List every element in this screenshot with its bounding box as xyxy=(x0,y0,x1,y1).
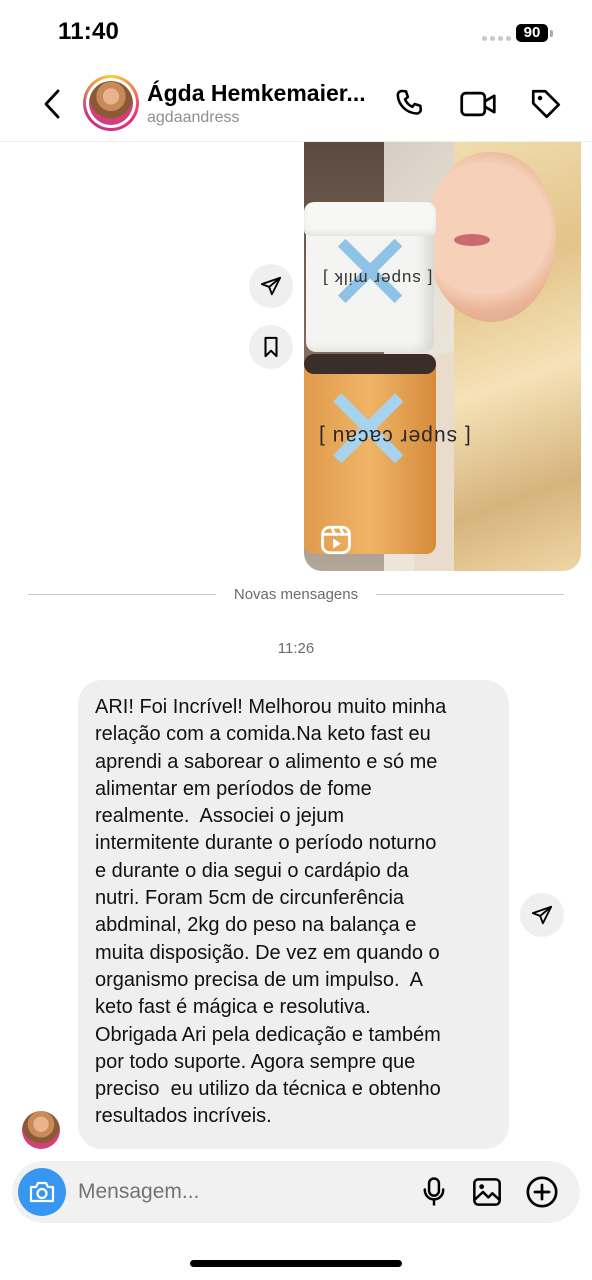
video-icon xyxy=(460,91,496,117)
reels-icon xyxy=(321,525,351,555)
message-input[interactable] xyxy=(78,1175,398,1209)
message-line: preciso eu utilizo da técnica e obtenho xyxy=(95,1078,441,1101)
back-button[interactable] xyxy=(34,84,70,124)
message-line: alimentar em períodos de fome xyxy=(95,777,372,800)
message-line: ARI! Foi Incrível! Melhorou muito minha xyxy=(95,696,447,718)
save-media-button[interactable] xyxy=(249,325,293,369)
tag-icon xyxy=(531,89,561,119)
camera-icon xyxy=(29,1181,55,1203)
status-time: 11:40 xyxy=(58,18,120,45)
call-button[interactable] xyxy=(390,84,430,124)
message-line: por todo suporte. Agora sempre que xyxy=(95,1050,416,1073)
jar-label-cacau: [ super cacau ] xyxy=(318,425,471,448)
message-line: nutri. Foram 5cm de circunferência xyxy=(95,887,405,910)
message-line: relação com a comida.Na keto fast eu xyxy=(95,723,431,746)
shared-reel[interactable]: ✕ [ super cacau ] ✕ [ super milk ] xyxy=(304,142,581,571)
sender-avatar[interactable] xyxy=(22,1111,60,1149)
camera-button[interactable] xyxy=(18,1168,66,1216)
battery-tip xyxy=(550,30,553,37)
back-icon xyxy=(44,89,60,119)
gallery-button[interactable] xyxy=(467,1172,507,1212)
share-message-button[interactable] xyxy=(520,893,564,937)
message-line: realmente. Associei o jejum xyxy=(95,805,345,828)
video-call-button[interactable] xyxy=(458,84,498,124)
message-line: keto fast é mágica e resolutiva. xyxy=(95,996,371,1019)
share-media-button[interactable] xyxy=(249,264,293,308)
plus-icon xyxy=(526,1176,558,1208)
share-icon xyxy=(260,276,282,296)
message-line: organismo precisa de um impulso. A xyxy=(95,968,423,991)
contact-name[interactable]: Ágda Hemkemaier... xyxy=(147,80,366,107)
divider-line-right xyxy=(376,594,564,595)
signal-icon xyxy=(482,36,511,41)
battery-icon: 90 xyxy=(516,24,548,42)
message-line: aprendi a saborear o alimento e só me xyxy=(95,750,438,773)
message-line: intermitente durante o período noturno xyxy=(95,832,437,855)
microphone-icon xyxy=(423,1177,445,1206)
voice-message-button[interactable] xyxy=(414,1172,454,1212)
message-timestamp: 11:26 xyxy=(277,640,315,657)
contact-username[interactable]: agdaandress xyxy=(147,109,240,127)
message-line: Obrigada Ari pela dedicação e também xyxy=(95,1023,441,1046)
bookmark-icon xyxy=(264,336,278,358)
tag-button[interactable] xyxy=(526,84,566,124)
share-icon xyxy=(531,905,553,925)
message-line: resultados incríveis. xyxy=(95,1105,272,1128)
message-line: muita disposição. De vez em quando o xyxy=(95,941,440,964)
reels-badge[interactable] xyxy=(318,522,354,558)
home-indicator xyxy=(190,1260,402,1267)
message-line: abdminal, 2kg do peso na balança e xyxy=(95,914,417,937)
more-options-button[interactable] xyxy=(522,1172,562,1212)
message-line: e durante o dia segui o cardápio da xyxy=(95,859,409,882)
phone-icon xyxy=(396,89,423,115)
message-bubble[interactable]: ARI! Foi Incrível! Melhorou muito minha … xyxy=(78,680,509,1149)
profile-avatar[interactable] xyxy=(83,75,139,131)
gallery-icon xyxy=(473,1178,501,1206)
jar-label-milk: [ super milk ] xyxy=(322,269,433,288)
